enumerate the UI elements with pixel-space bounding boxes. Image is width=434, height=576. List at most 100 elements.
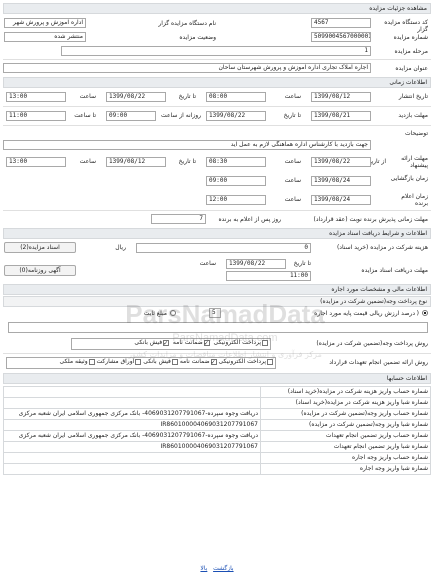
publish-date-field[interactable]: 1399/08/12 bbox=[311, 92, 371, 102]
visit-date-field[interactable]: 1399/08/21 bbox=[311, 111, 371, 121]
opening-hour-label: ساعت bbox=[284, 177, 301, 184]
method-checkbox[interactable] bbox=[203, 339, 210, 346]
timing-section-title: اطلاعات زمانی bbox=[3, 77, 431, 88]
table-row: شماره شبا واریز وجه(تضمین شرکت در مزایده… bbox=[3, 419, 431, 431]
top-link[interactable]: بالا bbox=[200, 565, 207, 572]
contract-checkbox[interactable] bbox=[171, 358, 178, 365]
visit-to-date-field[interactable]: 1399/08/22 bbox=[206, 111, 266, 121]
visit-label: مهلت بازدید bbox=[398, 112, 428, 119]
org-name-field[interactable]: اداره آموزش و پرورش شهر bbox=[4, 18, 86, 28]
offer-hour-label: ساعت bbox=[284, 158, 301, 165]
contract-checkbox[interactable] bbox=[210, 358, 217, 365]
page-title: مشاهده جزئیات مزایده bbox=[3, 3, 431, 14]
contract-checkbox[interactable] bbox=[267, 358, 273, 365]
org-code-field[interactable]: 4567 bbox=[311, 18, 371, 28]
account-value bbox=[3, 397, 261, 409]
account-value bbox=[3, 463, 261, 475]
page: مشاهده جزئیات مزایده کد دستگاه مزایده گز… bbox=[0, 0, 434, 576]
table-row: شماره شبا واریز وجه اجاره bbox=[3, 463, 431, 475]
doc-deadline-date-field[interactable]: 1399/08/22 bbox=[226, 259, 286, 269]
method-checkbox[interactable] bbox=[163, 339, 170, 346]
offer-to-time-field[interactable]: 13:00 bbox=[6, 157, 66, 167]
visit-to-time-field[interactable]: 11:00 bbox=[6, 111, 66, 121]
contract-guarantee-label: روش ارائه تضمین انجام تعهدات قرارداد bbox=[329, 359, 428, 366]
org-name-label: نام دستگاه مزایده گزار bbox=[158, 20, 216, 27]
contract-option[interactable]: ضمانت نامه bbox=[180, 358, 217, 365]
winner-hour-label: ساعت bbox=[284, 196, 301, 203]
contract-deadline-label: مهلت زمانی پذیرش برنده نوبت (عقد قرارداد… bbox=[313, 216, 428, 223]
publish-to-time-field[interactable]: 13:00 bbox=[6, 92, 66, 102]
account-label: شماره شبا واریز وجه(تضمین شرکت در مزایده… bbox=[260, 419, 431, 431]
subject-field[interactable]: اجاره املاک تجاری اداره آموزش و پرورش شه… bbox=[3, 63, 371, 73]
contract-checkbox[interactable] bbox=[135, 358, 142, 365]
method-option-label: پرداخت الکترونیکی bbox=[213, 339, 261, 346]
doc-deadline-hour-label: ساعت bbox=[199, 260, 216, 267]
visit-to-date-label: تا تاریخ bbox=[283, 112, 301, 119]
visit-daily-label: روزانه از ساعت bbox=[161, 112, 201, 119]
contract-deadline-field[interactable]: 7 bbox=[151, 214, 206, 224]
fee-label: هزینه شرکت در مزایده (خرید اسناد) bbox=[336, 244, 428, 251]
lump-sum-radio[interactable] bbox=[170, 310, 176, 316]
visit-time-field[interactable]: 09:00 bbox=[106, 111, 156, 121]
account-value: IR860100004069031207791067 bbox=[3, 441, 261, 453]
fee-field[interactable]: 0 bbox=[136, 243, 311, 253]
contract-option[interactable]: اوراق مشارکت bbox=[97, 358, 142, 365]
publish-to-hour-label: ساعت bbox=[79, 93, 96, 100]
newspaper-ad-button[interactable]: آگهی روزنامه(0) bbox=[4, 265, 76, 276]
footer: بازگشت بالا bbox=[0, 565, 434, 572]
method-option-label: فیش بانکی bbox=[134, 339, 163, 346]
contract-option[interactable]: وثیقه ملکی bbox=[60, 358, 95, 365]
contract-guarantee-box: پرداخت الکترونیکی ضمانت نامه فیش بانکی ا… bbox=[6, 357, 276, 369]
opening-time-field[interactable]: 09:00 bbox=[206, 176, 266, 186]
percent-field[interactable]: 5 bbox=[209, 308, 221, 318]
account-label: شماره حساب واریز وجه اجاره bbox=[260, 452, 431, 464]
account-label: شماره شبا واریز هزینه شرکت در مزایده(خری… bbox=[260, 397, 431, 409]
contract-option-label: اوراق مشارکت bbox=[96, 358, 135, 365]
status-field[interactable]: منتشر شده bbox=[4, 32, 86, 42]
lump-sum-field[interactable] bbox=[8, 322, 428, 333]
subject-label: عنوان مزایده bbox=[395, 65, 428, 72]
method-option[interactable]: پرداخت الکترونیکی bbox=[214, 339, 268, 346]
doc-deadline-time-field[interactable]: 11:00 bbox=[226, 271, 311, 281]
offer-date-field[interactable]: 1399/08/22 bbox=[311, 157, 371, 167]
account-value: IR860100004069031207791067 bbox=[3, 419, 261, 431]
fee-unit: ریال bbox=[115, 244, 126, 251]
account-value bbox=[3, 452, 261, 464]
publish-to-date-field[interactable]: 1399/08/22 bbox=[106, 92, 166, 102]
percent-radio[interactable] bbox=[422, 310, 428, 316]
lump-sum-label: مبلغ ثابت bbox=[143, 310, 167, 317]
publish-time-field[interactable]: 08:00 bbox=[206, 92, 266, 102]
contract-option[interactable]: پرداخت الکترونیکی bbox=[219, 358, 273, 365]
auction-number-field[interactable]: 5099004567000001 bbox=[311, 32, 371, 42]
opening-date-field[interactable]: 1399/08/24 bbox=[311, 176, 371, 186]
method-option[interactable]: فیش بانکی bbox=[134, 339, 170, 346]
table-row: شماره شبا واریز تضمین انجام تعهدات IR8601… bbox=[3, 441, 431, 453]
winner-date-field[interactable]: 1399/08/24 bbox=[311, 195, 371, 205]
doc-deadline-to-date-label: تا تاریخ bbox=[293, 260, 311, 267]
publish-hour-label: ساعت bbox=[284, 93, 301, 100]
method-option[interactable]: ضمانت نامه bbox=[173, 339, 210, 346]
docs-button[interactable]: اسناد مزایده(2) bbox=[4, 242, 76, 253]
docs-section-title: اطلاعات و شرایط دریافت اسناد مزایده bbox=[3, 228, 431, 239]
winner-time-field[interactable]: 12:00 bbox=[206, 195, 266, 205]
offer-label: مهلت ارائه پیشنهاد bbox=[401, 155, 428, 169]
stage-label: مرحله مزایده bbox=[394, 48, 429, 55]
publish-label: تاریخ انتشار bbox=[398, 93, 428, 100]
offer-time-field[interactable]: 08:30 bbox=[206, 157, 266, 167]
contract-option-label: پرداخت الکترونیکی bbox=[218, 358, 266, 365]
contract-checkbox[interactable] bbox=[88, 358, 95, 365]
description-field[interactable]: جهت بازدید با کارشناس اداره هماهنگی لازم… bbox=[3, 140, 371, 150]
account-label: شماره حساب واریز هزینه شرکت در مزایده(خر… bbox=[260, 386, 431, 398]
contract-option-label: ضمانت نامه bbox=[179, 358, 210, 365]
guarantee-subtitle: نوع پرداخت وجه(تضمین شرکت در مزایده) bbox=[3, 296, 431, 307]
payment-method-box: پرداخت الکترونیکی ضمانت نامه فیش بانکی bbox=[71, 338, 271, 350]
account-value: دریافت وجوه سپرده-4069031207791067- بانک… bbox=[3, 408, 261, 420]
financial-section-title: اطلاعات مالی و مشخصات مورد اجاره bbox=[3, 284, 431, 295]
method-checkbox[interactable] bbox=[262, 339, 268, 346]
stage-field[interactable]: 1 bbox=[61, 46, 371, 56]
back-link[interactable]: بازگشت bbox=[213, 565, 234, 572]
table-row: شماره حساب واریز هزینه شرکت در مزایده(خر… bbox=[3, 386, 431, 398]
offer-to-date-field[interactable]: 1399/08/12 bbox=[106, 157, 166, 167]
contract-option[interactable]: فیش بانکی bbox=[143, 358, 178, 365]
account-value: دریافت وجوه سپرده-4069031207791067- بانک… bbox=[3, 430, 261, 442]
